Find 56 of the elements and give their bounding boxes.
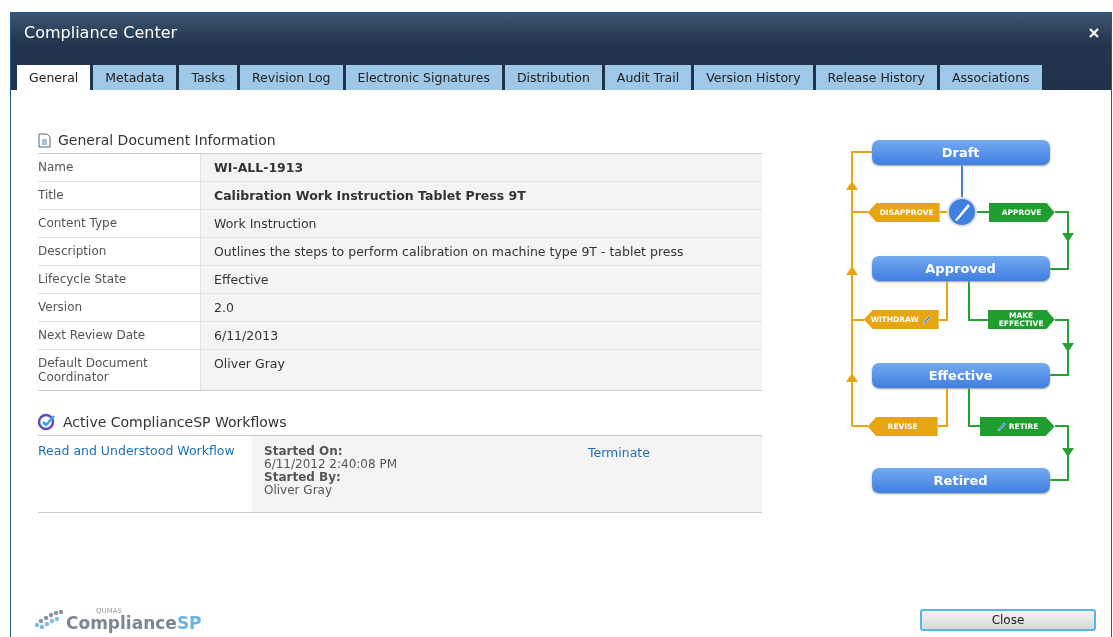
field-value: Calibration Work Instruction Tablet Press 9T	[200, 182, 762, 209]
pen-icon	[920, 314, 932, 325]
field-value: WI-ALL-1913	[200, 154, 762, 181]
field-label: Name	[38, 159, 75, 176]
tab[interactable]: Distribution	[504, 65, 602, 90]
signature-pen-icon	[946, 197, 977, 227]
field-label: Description	[38, 243, 108, 260]
pen-icon	[995, 421, 1007, 432]
tab[interactable]: Release History	[815, 65, 937, 90]
field-value: 2.0	[200, 294, 762, 321]
workflow-link[interactable]: Read and Understood Workflow	[38, 436, 252, 512]
tab[interactable]: Metadata	[93, 65, 177, 90]
field-label: Next Review Date	[38, 327, 147, 344]
field-value: 6/11/2013	[200, 322, 762, 349]
tab[interactable]: Audit Trail	[604, 65, 692, 90]
state-node: Approved	[871, 256, 1050, 281]
field-label: Content Type	[38, 215, 119, 232]
state-node: Retired	[871, 468, 1050, 493]
terminate-link[interactable]: Terminate	[588, 445, 650, 503]
workflow-icon	[38, 413, 56, 430]
connector-line	[974, 211, 990, 213]
field-value: Oliver Gray	[200, 350, 762, 390]
started-by-label: Started By:	[264, 471, 342, 484]
connector-line	[936, 387, 948, 427]
connector-line	[937, 280, 948, 321]
field-label: Title	[38, 187, 65, 204]
started-by-value: Oliver Gray	[264, 484, 333, 497]
connector-line	[1048, 425, 1074, 481]
started-on-value: 6/11/2012 2:40:08 PM	[264, 458, 398, 471]
connector-line	[967, 387, 981, 427]
connector-line	[960, 164, 963, 199]
field-label: Version	[38, 299, 84, 316]
window-title: Compliance Center	[24, 23, 178, 42]
tab[interactable]: Electronic Signatures	[345, 65, 502, 90]
logo-text: ComplianceSP	[66, 615, 202, 632]
section-heading: Active ComplianceSP Workflows	[63, 413, 287, 430]
document-icon	[38, 132, 51, 148]
field-value: Work Instruction	[200, 210, 762, 237]
field-label: Lifecycle State	[38, 271, 128, 288]
tab[interactable]: Version History	[694, 65, 813, 90]
tab[interactable]: Associations	[939, 65, 1042, 90]
tab[interactable]: General	[17, 65, 91, 90]
close-button[interactable]: Close	[920, 609, 1096, 631]
field-value: Outlines the steps to perform calibration on machine type 9T - tablet press	[200, 238, 762, 265]
connector-line	[967, 280, 989, 321]
tab[interactable]: Revision Log	[239, 65, 343, 90]
state-node: Effective	[871, 363, 1050, 388]
field-label: Default Document Coordinator	[38, 355, 149, 386]
section-heading: General Document Information	[58, 132, 276, 148]
dots-logo-icon	[33, 609, 63, 631]
field-value: Effective	[200, 266, 762, 293]
connector-line	[1048, 211, 1074, 270]
tab[interactable]: Tasks	[179, 65, 237, 90]
connector-line	[1048, 319, 1074, 376]
state-node: Draft	[871, 140, 1050, 165]
started-on-label: Started On:	[264, 445, 344, 458]
